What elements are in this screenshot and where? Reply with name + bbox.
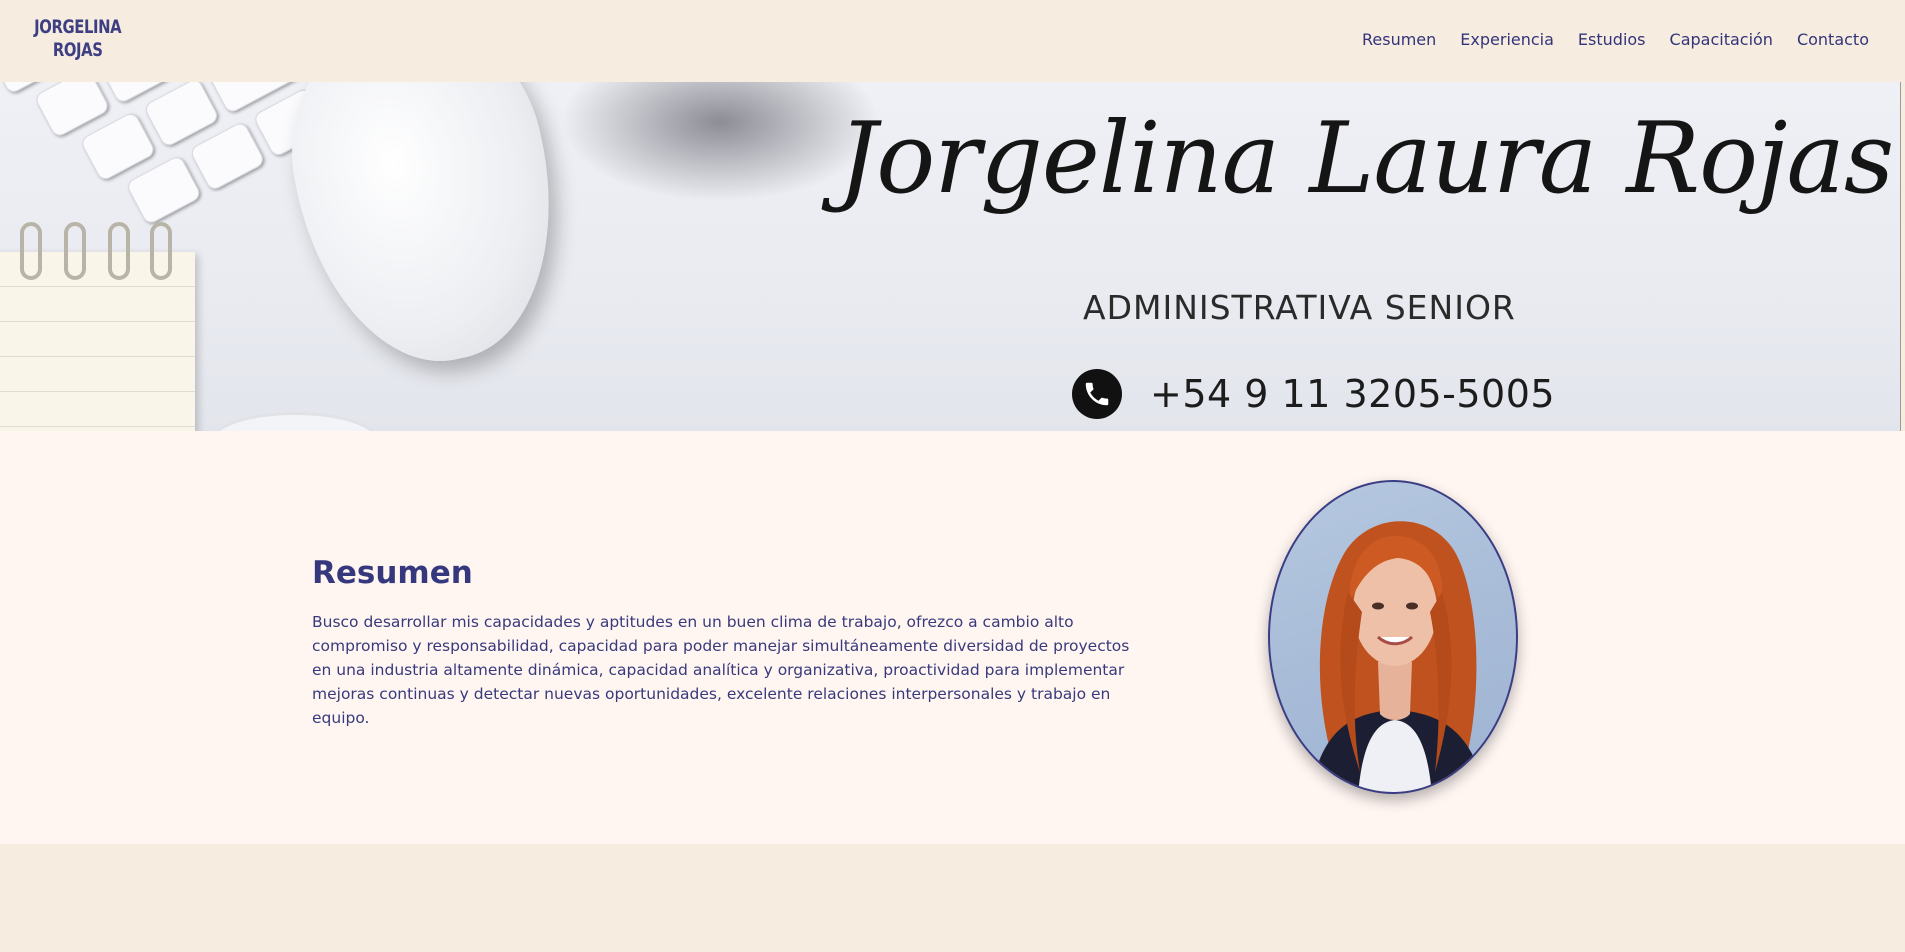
resumen-title: Resumen [312,555,473,591]
main-nav: Resumen Experiencia Estudios Capacitació… [1362,30,1869,49]
hero-phone-number: +54 9 11 3205-5005 [1150,372,1556,416]
cup-illustration [210,412,380,431]
site-logo[interactable]: JORGELINA ROJAS [34,16,122,62]
logo-line-last-name: ROJAS [52,39,103,61]
profile-photo [1268,480,1518,794]
nav-link-contacto[interactable]: Contacto [1797,30,1869,49]
notepad-ring [108,222,130,280]
hero-shadow-decoration [560,82,880,202]
hero-job-title: ADMINISTRATIVA SENIOR [1083,288,1516,327]
page-bottom-band [0,844,1905,952]
hero-phone-row: +54 9 11 3205-5005 [1072,368,1555,420]
resumen-section: Resumen Busco desarrollar mis capacidade… [0,431,1905,844]
nav-link-experiencia[interactable]: Experiencia [1460,30,1554,49]
notepad-ring [64,222,86,280]
hero-signature-name: Jorgelina Laura Rojas [838,102,1894,216]
notepad-ring [20,222,42,280]
mouse-illustration [267,82,583,385]
nav-link-capacitacion[interactable]: Capacitación [1670,30,1773,49]
hero-banner: Jorgelina Laura Rojas ADMINISTRATIVA SEN… [0,82,1901,431]
top-navigation-bar: JORGELINA ROJAS Resumen Experiencia Estu… [0,0,1905,82]
nav-link-estudios[interactable]: Estudios [1578,30,1646,49]
phone-icon [1072,369,1122,419]
nav-link-resumen[interactable]: Resumen [1362,30,1436,49]
notepad-ring [150,222,172,280]
logo-line-first-name: JORGELINA [34,16,122,38]
resumen-body: Busco desarrollar mis capacidades y apti… [312,613,1130,727]
